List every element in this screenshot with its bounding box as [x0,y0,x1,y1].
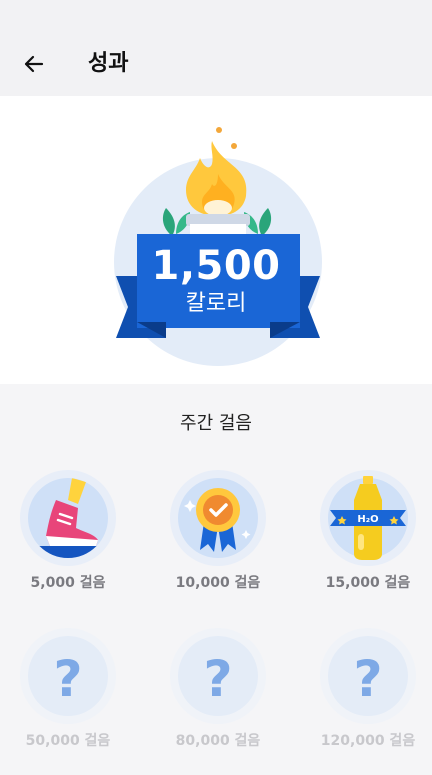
svg-text:H₂O: H₂O [357,514,378,525]
badge-label: 50,000 걸음 [25,733,111,749]
svg-text:?: ? [53,650,82,708]
question-icon: ? [170,628,266,724]
badge-120000-steps[interactable]: ? 120,000 걸음 [298,628,432,775]
page-title: 성과 [88,51,129,76]
badge-15000-steps[interactable]: H₂O 15,000 걸음 [298,470,432,620]
badge-10000-steps[interactable]: 10,000 걸음 [148,470,288,620]
back-button[interactable] [18,48,50,80]
section-title: 주간 걸음 [180,413,252,434]
question-icon: ? [20,628,116,724]
badge-label: 15,000 걸음 [325,575,411,591]
flame-trophy-icon [114,127,322,366]
arrow-left-icon [24,55,44,73]
water-bottle-icon: H₂O [320,470,416,566]
badge-80000-steps[interactable]: ? 80,000 걸음 [148,628,288,775]
badge-5000-steps[interactable]: 5,000 걸음 [0,470,138,620]
hero-value: 1,500 [151,243,281,289]
badge-label: 120,000 걸음 [320,733,416,749]
svg-text:?: ? [203,650,232,708]
app-bar: 성과 [0,0,432,96]
sneaker-icon [20,470,116,566]
medal-check-icon [170,470,266,566]
badge-label: 80,000 걸음 [175,733,261,749]
svg-text:?: ? [353,650,382,708]
badge-50000-steps[interactable]: ? 50,000 걸음 [0,628,138,775]
badge-label: 10,000 걸음 [175,575,261,591]
question-icon: ? [320,628,416,724]
hero-unit: 칼로리 [185,291,247,316]
hero-achievement: 1,500 칼로리 [0,96,432,384]
badge-label: 5,000 걸음 [30,575,106,591]
